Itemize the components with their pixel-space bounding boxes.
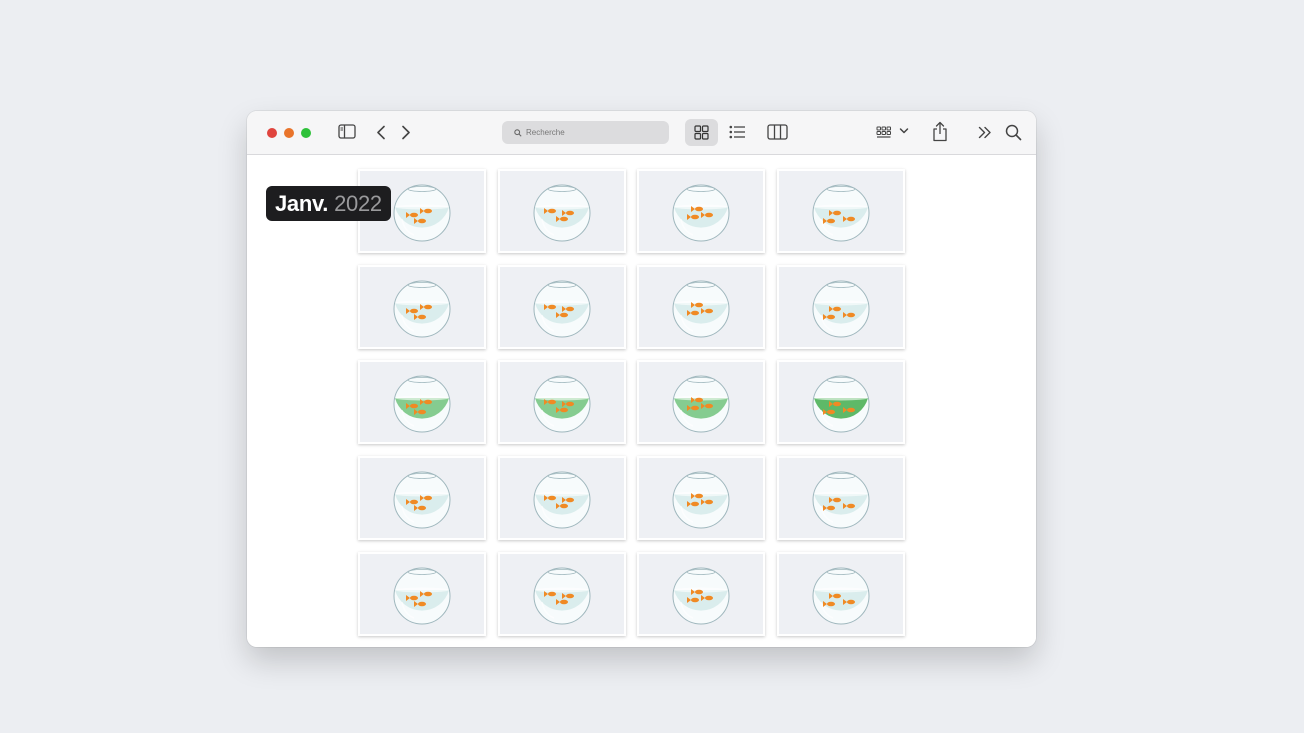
photo-thumbnail[interactable] <box>777 456 905 540</box>
fishbowl-image <box>672 567 730 625</box>
toolbar <box>247 111 1036 155</box>
forward-icon[interactable] <box>401 125 411 140</box>
photo-thumbnail[interactable] <box>637 169 765 253</box>
date-month: Janv. <box>275 190 329 216</box>
fishbowl-image <box>393 375 451 433</box>
search-icon <box>514 128 522 137</box>
photo-gallery: Janv. 2022 <box>247 155 1036 647</box>
minimize-window-button[interactable] <box>284 128 294 138</box>
photo-thumbnail[interactable] <box>498 265 626 349</box>
fishbowl-image <box>533 471 591 529</box>
photo-thumbnail[interactable] <box>777 360 905 444</box>
share-icon[interactable] <box>932 121 948 142</box>
chevron-down-icon[interactable] <box>899 127 909 135</box>
fishbowl-image <box>672 471 730 529</box>
zoom-window-button[interactable] <box>301 128 311 138</box>
sidebar-icon[interactable] <box>338 124 356 139</box>
date-badge: Janv. 2022 <box>266 186 391 221</box>
more-icon[interactable] <box>978 126 992 139</box>
fishbowl-image <box>812 184 870 242</box>
fishbowl-image <box>812 567 870 625</box>
photo-thumbnail[interactable] <box>637 265 765 349</box>
photo-thumbnail[interactable] <box>637 360 765 444</box>
group-icon[interactable] <box>876 126 892 139</box>
list-view-icon[interactable] <box>729 125 746 139</box>
photo-thumbnail[interactable] <box>358 265 486 349</box>
fishbowl-image <box>393 567 451 625</box>
fishbowl-image <box>672 280 730 338</box>
finder-window: Janv. 2022 <box>247 111 1036 647</box>
photo-thumbnail[interactable] <box>498 456 626 540</box>
search-field[interactable] <box>502 121 669 144</box>
photo-thumbnail[interactable] <box>777 169 905 253</box>
fishbowl-image <box>672 184 730 242</box>
date-year: 2022 <box>334 190 382 216</box>
photo-thumbnail[interactable] <box>498 169 626 253</box>
fishbowl-image <box>533 280 591 338</box>
close-window-button[interactable] <box>267 128 277 138</box>
fishbowl-image <box>812 280 870 338</box>
photo-thumbnail[interactable] <box>498 552 626 636</box>
photo-thumbnail[interactable] <box>777 552 905 636</box>
fishbowl-image <box>393 471 451 529</box>
photo-thumbnail[interactable] <box>358 552 486 636</box>
fishbowl-image <box>533 184 591 242</box>
fishbowl-image <box>812 375 870 433</box>
photo-thumbnail[interactable] <box>498 360 626 444</box>
fishbowl-image <box>393 280 451 338</box>
photo-thumbnail[interactable] <box>358 360 486 444</box>
fishbowl-image <box>812 471 870 529</box>
search-icon[interactable] <box>1005 124 1022 141</box>
fishbowl-image <box>533 375 591 433</box>
grid-view-icon <box>694 125 709 140</box>
photo-thumbnail[interactable] <box>637 552 765 636</box>
photo-thumbnail[interactable] <box>777 265 905 349</box>
fishbowl-image <box>533 567 591 625</box>
photo-thumbnail[interactable] <box>637 456 765 540</box>
column-view-icon[interactable] <box>767 124 788 140</box>
search-input[interactable] <box>526 128 656 137</box>
back-icon[interactable] <box>376 125 386 140</box>
fishbowl-image <box>672 375 730 433</box>
photo-thumbnail[interactable] <box>358 456 486 540</box>
